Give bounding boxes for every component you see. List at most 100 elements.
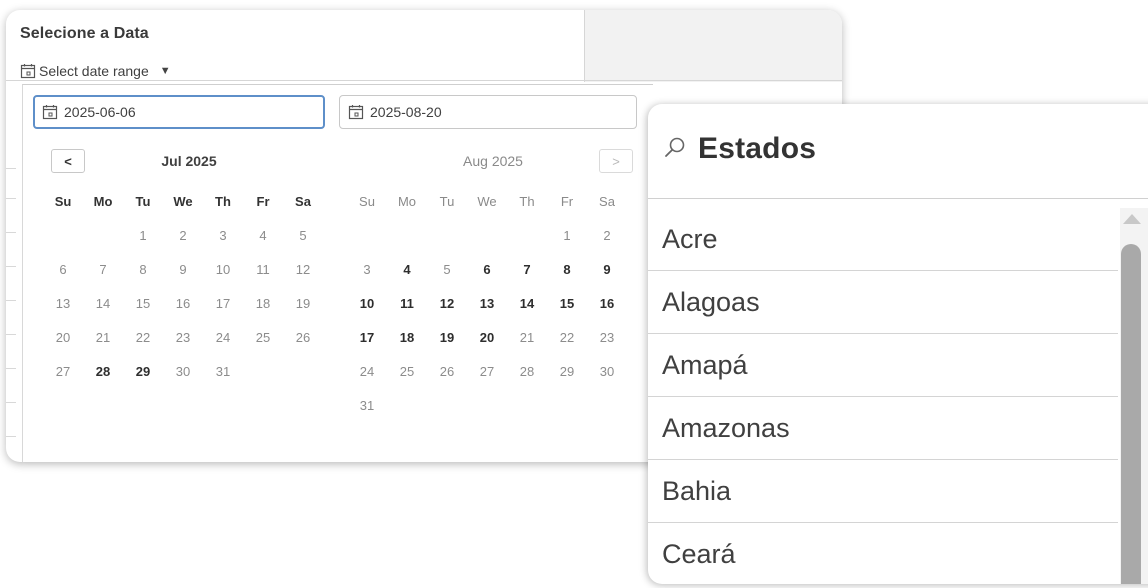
day-cell[interactable]: 28	[83, 355, 123, 389]
scroll-up-arrow-icon[interactable]	[1123, 214, 1141, 224]
day-cell[interactable]: 4	[387, 253, 427, 287]
day-cell[interactable]: 31	[347, 389, 387, 423]
day-cell[interactable]: 8	[123, 253, 163, 287]
next-month-button[interactable]: >	[599, 149, 633, 173]
day-cell[interactable]: 12	[283, 253, 323, 287]
month-title: Aug 2025	[463, 153, 523, 169]
day-cell[interactable]: 21	[507, 321, 547, 355]
day-cell[interactable]: 3	[347, 253, 387, 287]
weekday-header: Mo	[397, 194, 417, 209]
day-cell[interactable]: 6	[467, 253, 507, 287]
weekday-header: Sa	[599, 194, 615, 209]
day-cell[interactable]: 18	[243, 287, 283, 321]
day-cell[interactable]: 24	[203, 321, 243, 355]
weekday-header: Th	[215, 194, 231, 209]
day-cell[interactable]: 27	[43, 355, 83, 389]
filter-title: Selecione a Data	[20, 25, 149, 42]
weekday-header: Mo	[93, 194, 113, 209]
day-cell[interactable]: 20	[43, 321, 83, 355]
day-cell[interactable]: 30	[163, 355, 203, 389]
end-date-input[interactable]: 2025-08-20	[339, 95, 637, 129]
start-date-value: 2025-06-06	[64, 104, 136, 120]
day-cell[interactable]: 5	[427, 253, 467, 287]
day-cell[interactable]: 15	[123, 287, 163, 321]
day-cell[interactable]: 26	[283, 321, 323, 355]
day-cell[interactable]: 1	[547, 219, 587, 253]
day-cell[interactable]: 13	[43, 287, 83, 321]
start-date-input[interactable]: 2025-06-06	[33, 95, 325, 129]
day-grid: Su Mo Tu We Th Fr Sa 1 2 3 4 5 6 7 8 9 10 11 12 13 14 15 16 17 1…	[43, 185, 335, 389]
day-cell[interactable]: 31	[203, 355, 243, 389]
estado-list-item[interactable]: Ceará	[648, 523, 1118, 584]
day-cell[interactable]: 19	[427, 321, 467, 355]
day-cell[interactable]: 3	[203, 219, 243, 253]
day-cell[interactable]: 23	[163, 321, 203, 355]
day-cell[interactable]: 8	[547, 253, 587, 287]
day-cell[interactable]: 24	[347, 355, 387, 389]
search-icon[interactable]	[662, 134, 688, 165]
calendar-month-left: < Jul 2025 Su Mo Tu We Th Fr Sa 1 2 3 4 5 6 7 8 9 10 11 12…	[43, 149, 335, 389]
weekday-header: Tu	[439, 194, 455, 209]
day-cell[interactable]: 28	[507, 355, 547, 389]
calendar-icon	[348, 104, 364, 120]
day-cell[interactable]: 1	[123, 219, 163, 253]
day-cell[interactable]: 27	[467, 355, 507, 389]
estado-list-item[interactable]: Amapá	[648, 334, 1118, 397]
day-cell[interactable]: 20	[467, 321, 507, 355]
filter-header-right-panel	[584, 10, 842, 82]
estado-list-item[interactable]: Acre	[648, 208, 1118, 271]
date-range-dropdown[interactable]: Select date range ▼	[20, 60, 171, 82]
date-range-popup: 2025-06-06 2025-08-20 < Jul 2025 Su Mo Tu W…	[22, 84, 653, 462]
weekday-header: Sa	[295, 194, 311, 209]
date-range-label: Select date range	[39, 63, 149, 79]
day-cell[interactable]: 15	[547, 287, 587, 321]
day-cell[interactable]: 17	[203, 287, 243, 321]
estados-divider	[648, 198, 1148, 199]
day-cell[interactable]: 11	[387, 287, 427, 321]
day-cell[interactable]: 9	[163, 253, 203, 287]
day-cell[interactable]: 11	[243, 253, 283, 287]
day-cell[interactable]: 16	[587, 287, 627, 321]
day-cell[interactable]: 19	[283, 287, 323, 321]
day-cell[interactable]: 29	[123, 355, 163, 389]
day-cell[interactable]: 22	[547, 321, 587, 355]
day-cell[interactable]: 29	[547, 355, 587, 389]
estado-list-item[interactable]: Bahia	[648, 460, 1118, 523]
day-cell[interactable]: 16	[163, 287, 203, 321]
estado-list-item[interactable]: Amazonas	[648, 397, 1118, 460]
calendar-month-right: Aug 2025 > Su Mo Tu We Th Fr Sa 1 2 3 4 5 6 7 8 9 10 11 12…	[347, 149, 639, 423]
day-cell[interactable]: 9	[587, 253, 627, 287]
day-cell[interactable]: 10	[203, 253, 243, 287]
day-cell[interactable]: 10	[347, 287, 387, 321]
day-cell[interactable]: 25	[243, 321, 283, 355]
estados-title: Estados	[698, 132, 817, 165]
day-cell[interactable]: 6	[43, 253, 83, 287]
day-cell[interactable]: 23	[587, 321, 627, 355]
day-cell[interactable]: 22	[123, 321, 163, 355]
day-cell[interactable]: 17	[347, 321, 387, 355]
day-cell[interactable]: 5	[283, 219, 323, 253]
estados-list: Acre Alagoas Amapá Amazonas Bahia Ceará	[648, 208, 1118, 584]
day-cell[interactable]: 18	[387, 321, 427, 355]
estado-list-item[interactable]: Alagoas	[648, 271, 1118, 334]
day-cell[interactable]: 14	[507, 287, 547, 321]
weekday-header: Fr	[560, 194, 574, 209]
day-cell[interactable]: 14	[83, 287, 123, 321]
day-cell[interactable]: 2	[163, 219, 203, 253]
day-cell[interactable]: 7	[83, 253, 123, 287]
day-cell[interactable]: 4	[243, 219, 283, 253]
day-cell[interactable]: 21	[83, 321, 123, 355]
day-grid: Su Mo Tu We Th Fr Sa 1 2 3 4 5 6 7 8 9 10 11 12 13 14 15 16 17 1…	[347, 185, 639, 423]
day-cell[interactable]: 13	[467, 287, 507, 321]
estados-header: Estados	[662, 132, 816, 166]
estados-scrollbar[interactable]	[1120, 208, 1148, 584]
weekday-header: Tu	[135, 194, 151, 209]
scrollbar-thumb[interactable]	[1121, 244, 1141, 584]
day-cell[interactable]: 26	[427, 355, 467, 389]
weekday-header: Th	[519, 194, 535, 209]
day-cell[interactable]: 30	[587, 355, 627, 389]
day-cell[interactable]: 2	[587, 219, 627, 253]
day-cell[interactable]: 25	[387, 355, 427, 389]
day-cell[interactable]: 7	[507, 253, 547, 287]
day-cell[interactable]: 12	[427, 287, 467, 321]
